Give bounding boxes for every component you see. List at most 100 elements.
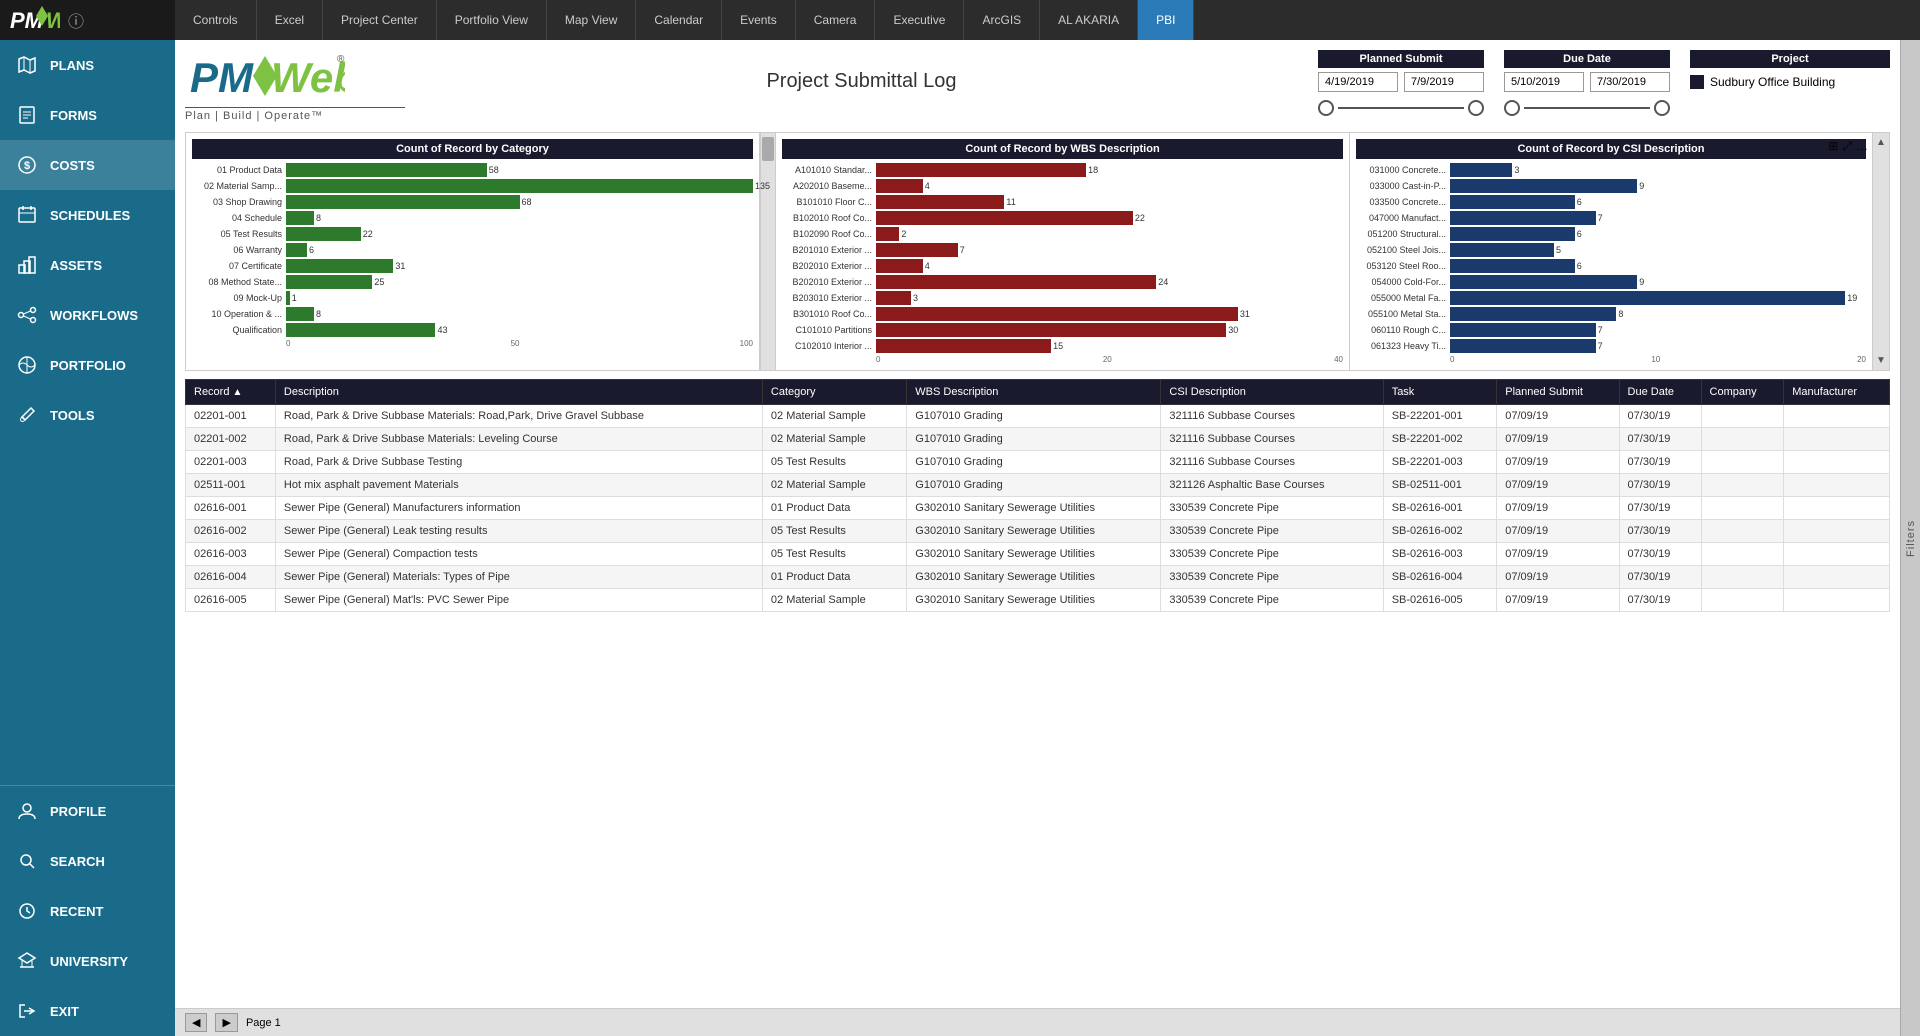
due-date-date2[interactable] [1590, 72, 1670, 92]
col-csi[interactable]: CSI Description [1161, 380, 1383, 405]
table-cell: 07/09/19 [1497, 451, 1619, 474]
table-row[interactable]: 02616-005Sewer Pipe (General) Mat'ls: PV… [186, 589, 1890, 612]
bar-row: 060110 Rough C... 7 [1356, 323, 1866, 337]
scroll-up[interactable]: ▲ [1876, 137, 1886, 148]
sidebar-item-schedules[interactable]: SCHEDULES [0, 190, 175, 240]
sidebar-item-search[interactable]: SEARCH [0, 836, 175, 886]
info-icon[interactable]: ⓘ [68, 8, 84, 32]
filter-icon[interactable]: ⊞ [1828, 139, 1838, 154]
col-manufacturer[interactable]: Manufacturer [1784, 380, 1890, 405]
bar-label: 060110 Rough C... [1356, 325, 1446, 335]
svg-text:®: ® [337, 54, 345, 65]
bar-container: 9 [1450, 179, 1866, 193]
slider-handle-left[interactable] [1318, 100, 1334, 116]
nav-arcgis[interactable]: ArcGIS [964, 0, 1040, 40]
table-cell: Sewer Pipe (General) Manufacturers infor… [275, 497, 762, 520]
bar-value: 8 [316, 309, 773, 319]
table-row[interactable]: 02616-004Sewer Pipe (General) Materials:… [186, 566, 1890, 589]
sidebar-item-university[interactable]: UNIVERSITY [0, 936, 175, 986]
sidebar-item-costs[interactable]: $ COSTS [0, 140, 175, 190]
table-cell: 07/30/19 [1619, 589, 1701, 612]
sidebar-item-plans[interactable]: PLANS [0, 40, 175, 90]
report-title-section: Project Submittal Log [425, 50, 1298, 93]
bar-fill [876, 227, 899, 241]
sidebar-item-forms[interactable]: FORMS [0, 90, 175, 140]
col-category[interactable]: Category [762, 380, 906, 405]
nav-project-center[interactable]: Project Center [323, 0, 437, 40]
table-row[interactable]: 02201-001Road, Park & Drive Subbase Mate… [186, 405, 1890, 428]
planned-submit-date1[interactable] [1318, 72, 1398, 92]
sidebar-label-search: SEARCH [50, 854, 105, 869]
nav-al-akaria[interactable]: AL AKARIA [1040, 0, 1138, 40]
sidebar-item-portfolio[interactable]: PORTFOLIO [0, 340, 175, 390]
col-record[interactable]: Record ▲ [186, 380, 276, 405]
bar-fill [286, 179, 753, 193]
col-company[interactable]: Company [1701, 380, 1784, 405]
bar-container: 4 [876, 179, 1343, 193]
col-planned-submit[interactable]: Planned Submit [1497, 380, 1619, 405]
bar-value: 31 [1240, 309, 1363, 319]
col-description[interactable]: Description [275, 380, 762, 405]
due-slider-handle-left[interactable] [1504, 100, 1520, 116]
nav-events[interactable]: Events [722, 0, 796, 40]
bar-fill [876, 339, 1051, 353]
sidebar-item-profile[interactable]: PROFILE [0, 786, 175, 836]
nav-portfolio-view[interactable]: Portfolio View [437, 0, 547, 40]
chart-csi-title: Count of Record by CSI Description [1356, 139, 1866, 159]
table-row[interactable]: 02201-003Road, Park & Drive Subbase Test… [186, 451, 1890, 474]
bar-row: B102090 Roof Co... 2 [782, 227, 1343, 241]
nav-controls[interactable]: Controls [175, 0, 257, 40]
bar-fill [876, 179, 923, 193]
page-next-btn[interactable]: ▶ [215, 1013, 237, 1032]
nav-camera[interactable]: Camera [796, 0, 876, 40]
col-task[interactable]: Task [1383, 380, 1497, 405]
profile-icon [16, 800, 38, 822]
sidebar-item-tools[interactable]: TOOLS [0, 390, 175, 440]
bar-fill [1450, 179, 1637, 193]
table-row[interactable]: 02616-002Sewer Pipe (General) Leak testi… [186, 520, 1890, 543]
bar-label: 09 Mock-Up [192, 293, 282, 303]
table-cell: G302010 Sanitary Sewerage Utilities [907, 497, 1161, 520]
filters-panel[interactable]: Filters [1900, 40, 1920, 1036]
page-prev-btn[interactable]: ◀ [185, 1013, 207, 1032]
data-table-section: Record ▲ Description Category WBS Descri… [185, 379, 1890, 612]
table-row[interactable]: 02616-003Sewer Pipe (General) Compaction… [186, 543, 1890, 566]
bar-label: Qualification [192, 325, 282, 335]
pmweb-nav-logo: PM Web [10, 2, 60, 38]
bar-label: B203010 Exterior ... [782, 293, 872, 303]
bar-label: 07 Certificate [192, 261, 282, 271]
sidebar-item-workflows[interactable]: WORKFLOWS [0, 290, 175, 340]
table-row[interactable]: 02616-001Sewer Pipe (General) Manufactur… [186, 497, 1890, 520]
sidebar-item-assets[interactable]: ASSETS [0, 240, 175, 290]
exit-icon [16, 1000, 38, 1022]
nav-executive[interactable]: Executive [875, 0, 964, 40]
col-due-date[interactable]: Due Date [1619, 380, 1701, 405]
scroll-down[interactable]: ▼ [1876, 355, 1886, 366]
col-wbs[interactable]: WBS Description [907, 380, 1161, 405]
scrollbar-thumb[interactable] [762, 137, 774, 161]
nav-calendar[interactable]: Calendar [636, 0, 722, 40]
planned-submit-date2[interactable] [1404, 72, 1484, 92]
form-icon [16, 104, 38, 126]
bar-value: 22 [1135, 213, 1363, 223]
bar-fill [876, 243, 958, 257]
table-row[interactable]: 02511-001Hot mix asphalt pavement Materi… [186, 474, 1890, 497]
table-row[interactable]: 02201-002Road, Park & Drive Subbase Mate… [186, 428, 1890, 451]
table-cell: 05 Test Results [762, 451, 906, 474]
sidebar-bottom: PROFILE SEARCH RECENT UNIVERSITY [0, 785, 175, 1036]
sidebar-item-recent[interactable]: RECENT [0, 886, 175, 936]
nav-pbi[interactable]: PBI [1138, 0, 1194, 40]
more-icon[interactable]: … [1856, 139, 1868, 154]
sidebar-item-exit[interactable]: EXIT [0, 986, 175, 1036]
bar-value: 3 [913, 293, 1363, 303]
due-date-date1[interactable] [1504, 72, 1584, 92]
bar-value: 4 [925, 181, 1363, 191]
due-slider-handle-right[interactable] [1654, 100, 1670, 116]
slider-handle-right[interactable] [1468, 100, 1484, 116]
nav-excel[interactable]: Excel [257, 0, 323, 40]
nav-map-view[interactable]: Map View [547, 0, 636, 40]
bar-fill [1450, 275, 1637, 289]
expand-icon[interactable]: ⤢ [1842, 139, 1852, 154]
table-cell: 07/09/19 [1497, 428, 1619, 451]
bar-row: 10 Operation & ... 8 [192, 307, 753, 321]
